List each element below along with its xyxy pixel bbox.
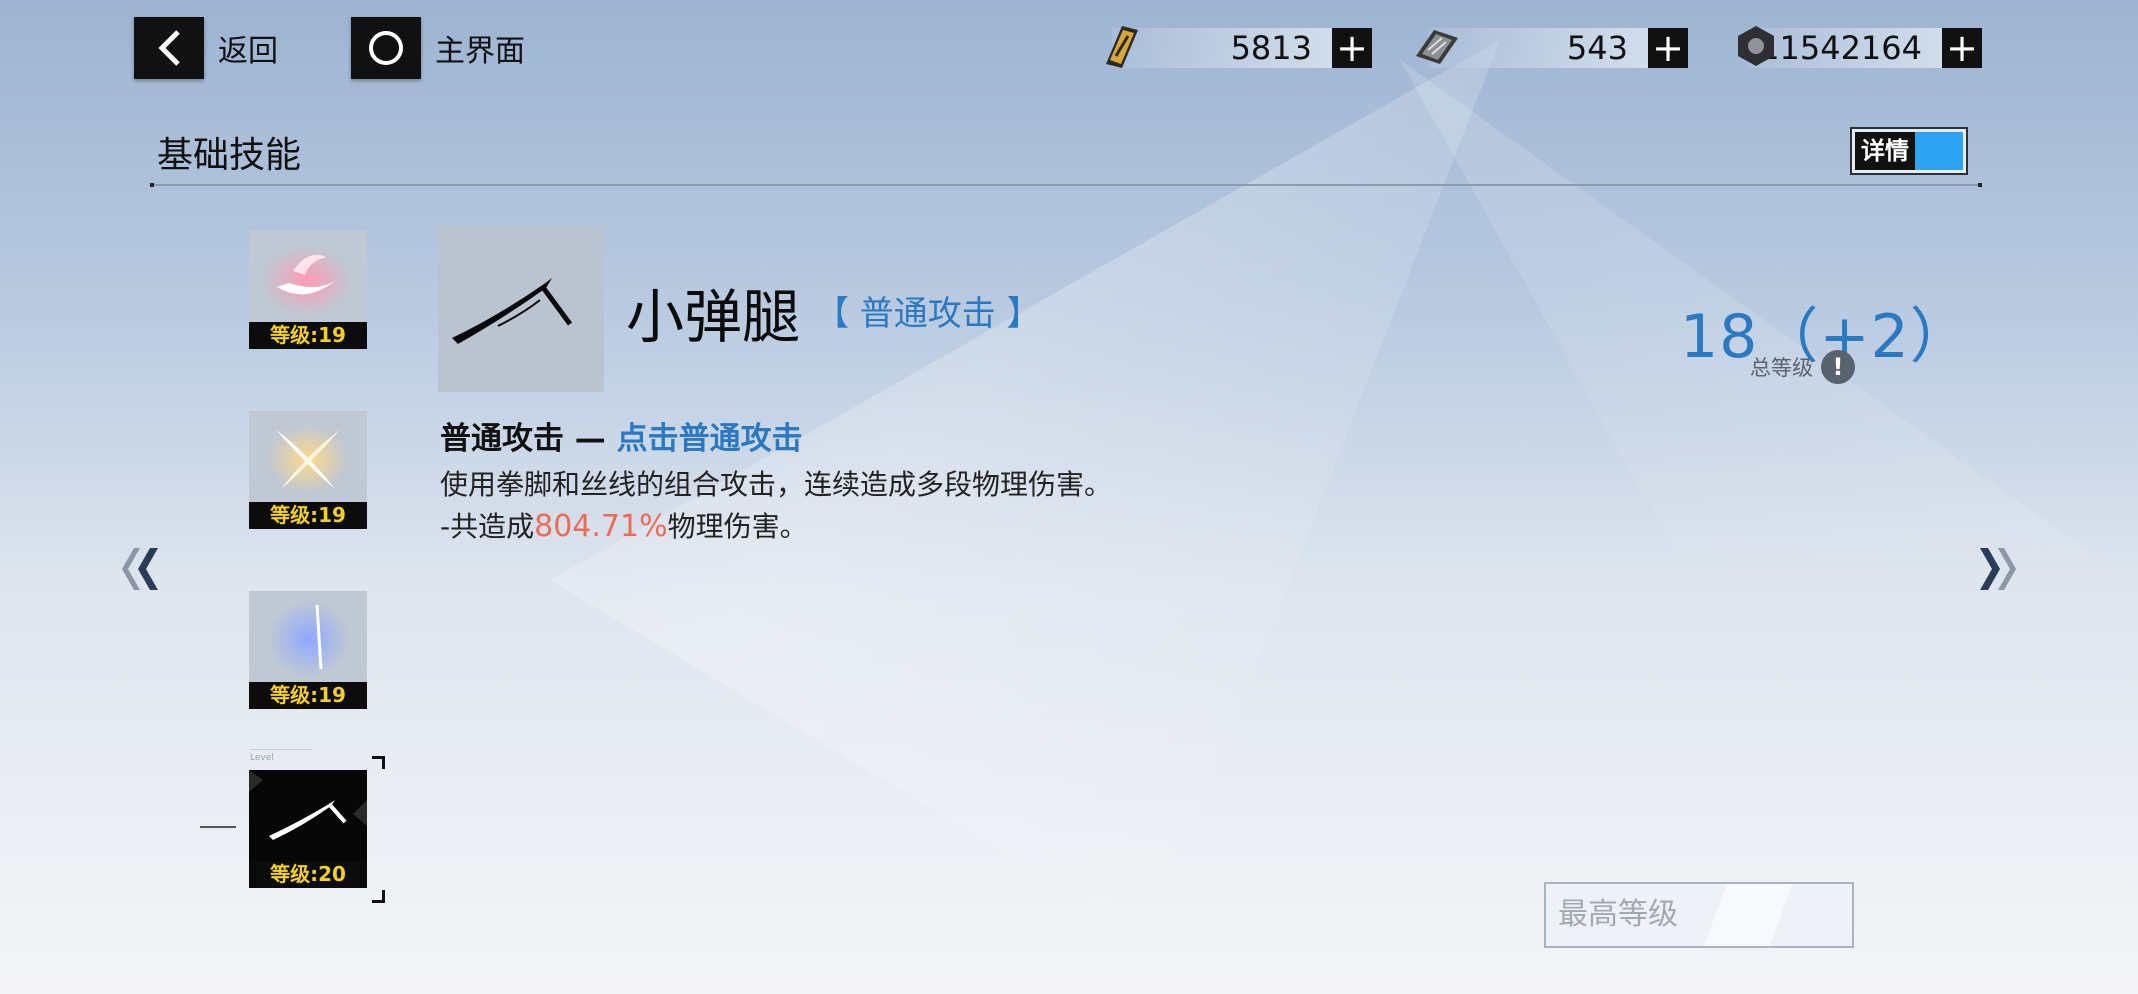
selection-bracket [372, 756, 385, 769]
kick-icon [452, 278, 573, 344]
skill-slot-4-selected[interactable]: 等级:20 [249, 770, 367, 888]
double-chevron-left-icon [122, 548, 158, 590]
skill-level-label: 等级:20 [249, 861, 367, 888]
info-icon[interactable]: ! [1821, 350, 1855, 384]
blue-crescent-icon [269, 601, 349, 677]
back-button[interactable]: 返回 [134, 17, 278, 79]
skill-description-heading: 普通攻击 — 点击普通攻击 [440, 413, 803, 458]
skill-level-label: 等级:19 [249, 502, 367, 529]
selected-skill-tag: Level [250, 753, 274, 763]
home-label: 主界面 [435, 34, 525, 69]
skill-slot-2[interactable]: 等级:19 [249, 411, 367, 529]
desc-line2-suffix: 物理伤害。 [667, 510, 808, 543]
resource-nut: 11542164 + [1738, 26, 1982, 70]
resource-chip: 543 + [1416, 26, 1688, 70]
circle-home-icon [351, 17, 421, 79]
next-character-button[interactable] [1970, 536, 2020, 610]
total-level-label-group: 总等级 ! [1750, 350, 1855, 384]
desc-line2-prefix: -共造成 [440, 510, 535, 543]
section-divider [150, 183, 1982, 187]
skill-slot-1[interactable]: 等级:19 [249, 231, 367, 349]
double-chevron-right-icon [1980, 548, 2016, 590]
skill-type: 【 普通攻击 】 [815, 294, 1041, 334]
pink-burst-icon [263, 247, 351, 315]
desc-head-label: 普通攻击 — [440, 421, 606, 457]
add-gold-button[interactable]: + [1332, 28, 1372, 68]
add-nut-button[interactable]: + [1942, 28, 1982, 68]
selection-bracket [372, 890, 385, 903]
hex-nut-icon [1738, 26, 1774, 66]
kick-icon [249, 770, 367, 840]
max-level-button[interactable]: 最高等级 [1544, 882, 1854, 948]
detail-toggle-switch [1915, 132, 1963, 170]
back-label: 返回 [218, 34, 278, 69]
chevron-left-icon [134, 17, 204, 79]
skill-level-label: 等级:19 [249, 682, 367, 709]
damage-percent: 804.71% [534, 509, 668, 544]
detail-toggle-label: 详情 [1855, 132, 1915, 170]
resource-gold: 5813 + [1106, 26, 1372, 70]
skill-description-line1: 使用拳脚和丝线的组合攻击，连续造成多段物理伤害。 [440, 468, 1113, 501]
selected-skill-icon [438, 226, 604, 392]
desc-head-action: 点击普通攻击 [616, 421, 803, 457]
section-title: 基础技能 [157, 135, 302, 176]
selection-pointer [200, 826, 236, 828]
prev-character-button[interactable] [118, 536, 168, 610]
selected-skill-tag-line [250, 749, 312, 750]
skill-level-label: 等级:19 [249, 322, 367, 349]
gold-card-icon [1106, 26, 1138, 68]
detail-toggle[interactable]: 详情 [1850, 127, 1968, 175]
total-level-label: 总等级 [1750, 356, 1813, 380]
skill-description-line2: -共造成804.71%物理伤害。 [440, 505, 808, 545]
cross-slash-icon [268, 425, 348, 493]
skill-slot-3[interactable]: 等级:19 [249, 591, 367, 709]
skill-name: 小弹腿 [626, 283, 801, 351]
home-button[interactable]: 主界面 [351, 17, 525, 79]
add-chip-button[interactable]: + [1648, 28, 1688, 68]
chip-icon [1416, 30, 1458, 64]
